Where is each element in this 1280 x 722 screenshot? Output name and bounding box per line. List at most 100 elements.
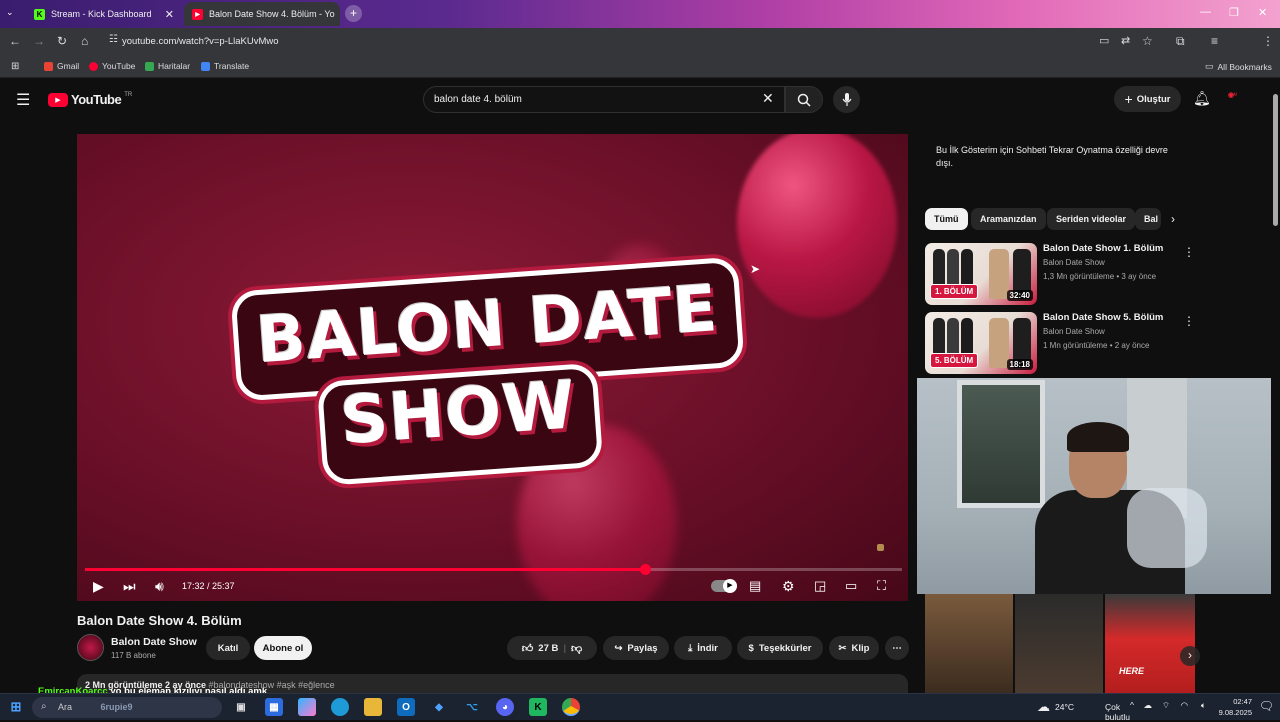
media-icon[interactable]: ≡ (1211, 34, 1218, 48)
recommendation-item[interactable]: 5. BÖLÜM 18:18 Balon Date Show 5. Bölüm … (925, 312, 1205, 376)
recommendation-title[interactable]: Balon Date Show 5. Bölüm (1043, 312, 1163, 323)
more-vertical-icon[interactable]: ⋮ (1183, 314, 1195, 328)
app-icon[interactable]: ◆ (430, 698, 448, 716)
address-bar[interactable]: youtube.com/watch?v=p-LlaKUvMwo (122, 36, 279, 47)
file-explorer-icon[interactable] (364, 698, 382, 716)
task-view-icon[interactable]: ▣ (232, 698, 250, 716)
join-button[interactable]: Katıl (206, 636, 250, 660)
vscode-icon[interactable]: ⌥ (463, 698, 481, 716)
info-card-icon[interactable] (877, 544, 884, 551)
chip-series[interactable]: Seriden videolar (1047, 208, 1136, 230)
network-icon[interactable]: ⌔ (1162, 700, 1170, 711)
close-window-icon[interactable]: ✕ (1258, 6, 1267, 19)
theater-mode-icon[interactable]: ▭ (845, 578, 857, 594)
cast-icon[interactable]: ▭ (1099, 34, 1109, 47)
short-thumbnail[interactable]: HERE (1105, 594, 1195, 693)
taskbar-search[interactable]: ⌕ Ara 6rupie9 (32, 697, 222, 718)
copilot-icon[interactable] (298, 698, 316, 716)
chevron-right-icon[interactable]: › (1171, 212, 1175, 226)
weather-icon[interactable]: ☁ (1037, 699, 1050, 715)
wifi-icon[interactable]: ◠ (1181, 700, 1188, 711)
short-thumbnail[interactable] (1015, 594, 1103, 693)
minimize-icon[interactable]: — (1200, 6, 1211, 18)
subtitles-icon[interactable]: ▤ (749, 578, 761, 594)
like-count[interactable]: 27 B (538, 643, 558, 654)
forward-icon[interactable]: → (33, 34, 45, 48)
clock[interactable]: 02:47 9.08.2025 (1219, 696, 1252, 718)
recommendation-item[interactable]: 1. BÖLÜM 32:40 Balon Date Show 1. Bölüm … (925, 243, 1205, 307)
video-thumbnail[interactable]: 1. BÖLÜM 32:40 (925, 243, 1037, 305)
bookmark-maps[interactable]: Haritalar (145, 61, 190, 71)
fullscreen-icon[interactable]: ⛶ (877, 578, 886, 594)
reload-icon[interactable]: ↻ (57, 34, 67, 48)
all-bookmarks[interactable]: ▭ All Bookmarks (1205, 61, 1272, 72)
hamburger-menu-icon[interactable]: ☰ (16, 90, 30, 110)
autoplay-toggle[interactable]: ▶ (711, 579, 737, 593)
browser-menu-icon[interactable]: ⋮ (1262, 34, 1274, 48)
create-button[interactable]: + Oluştur (1114, 86, 1181, 112)
edge-icon[interactable] (331, 698, 349, 716)
kick-app-icon[interactable]: K (529, 698, 547, 716)
thumbs-up-icon[interactable]: 👍︎ (522, 642, 534, 655)
short-thumbnail[interactable] (925, 594, 1013, 693)
new-tab-icon[interactable]: + (345, 5, 362, 22)
subscribe-button[interactable]: Abone ol (254, 636, 312, 660)
volume-icon[interactable]: 🔈︎ (1201, 700, 1206, 711)
voice-search-button[interactable] (833, 86, 860, 113)
video-player[interactable]: BALON DATE SHOW ➤ ▶ ⏭︎ 🔊︎ 17:32 / 25:37 … (77, 134, 908, 601)
site-info-icon[interactable]: ☷ (109, 34, 118, 45)
notification-center-icon[interactable]: 🗨︎ (1259, 699, 1274, 713)
apps-grid-icon[interactable]: ⊞ (11, 61, 19, 72)
progress-bar[interactable] (85, 564, 902, 575)
bookmark-gmail[interactable]: Gmail (44, 61, 79, 71)
download-button[interactable]: ⤓ İndir (674, 636, 732, 660)
maximize-icon[interactable]: ❐ (1229, 6, 1239, 19)
windows-start-icon[interactable]: ⊞ (7, 698, 25, 716)
channel-avatar[interactable] (77, 634, 104, 661)
close-tab-icon[interactable]: ✕ (335, 8, 340, 21)
settings-gear-icon[interactable]: ⚙ (782, 578, 795, 595)
notifications-bell-icon[interactable]: 🔔︎ (1193, 90, 1211, 107)
tab-kick-dashboard[interactable]: K Stream - Kick Dashboard ✕ (26, 2, 182, 26)
miniplayer-icon[interactable]: ◲ (814, 578, 826, 594)
play-icon[interactable]: ▶ (93, 578, 104, 595)
shorts-next-icon[interactable]: › (1180, 646, 1200, 666)
clip-button[interactable]: ✂ Klip (829, 636, 879, 660)
channel-name[interactable]: Balon Date Show (111, 636, 197, 648)
chip-related[interactable]: Bal (1135, 208, 1161, 230)
bookmark-translate[interactable]: Translate (201, 61, 249, 71)
thanks-button[interactable]: $ Teşekkürler (737, 636, 823, 660)
more-vertical-icon[interactable]: ⋮ (1183, 245, 1195, 259)
close-tab-icon[interactable]: ✕ (159, 8, 174, 21)
chevron-up-icon[interactable]: ^ (1130, 700, 1134, 710)
recommendation-channel[interactable]: Balon Date Show (1043, 258, 1105, 267)
clear-search-icon[interactable]: ✕ (762, 90, 774, 107)
search-input[interactable]: balon date 4. bölüm (423, 86, 785, 113)
chrome-icon[interactable] (562, 698, 580, 716)
home-icon[interactable]: ⌂ (81, 34, 88, 48)
scrollbar-thumb[interactable] (1273, 94, 1278, 226)
onedrive-icon[interactable]: ☁ (1144, 700, 1153, 711)
discord-icon[interactable]: ◕ (496, 698, 514, 716)
bookmark-youtube[interactable]: YouTube (89, 61, 135, 71)
recommendation-title[interactable]: Balon Date Show 1. Bölüm (1043, 243, 1163, 254)
tab-list-icon[interactable]: ⌄ (6, 7, 14, 18)
recommendation-channel[interactable]: Balon Date Show (1043, 327, 1105, 336)
more-actions-button[interactable]: ⋯ (885, 636, 909, 660)
share-button[interactable]: ↪ Paylaş (603, 636, 669, 660)
bookmark-star-icon[interactable]: ☆ (1142, 34, 1153, 48)
progress-scrubber[interactable] (639, 564, 651, 575)
back-icon[interactable]: ← (9, 34, 21, 48)
chip-all[interactable]: Tümü (925, 208, 968, 230)
next-video-icon[interactable]: ⏭︎ (123, 578, 136, 595)
thumbs-down-icon[interactable]: 👎︎ (571, 642, 582, 655)
translate-icon[interactable]: ⇄ (1121, 34, 1130, 47)
video-thumbnail[interactable]: 5. BÖLÜM 18:18 (925, 312, 1037, 374)
store-icon[interactable]: ▦ (265, 698, 283, 716)
youtube-logo[interactable]: ▶ YouTube TR (48, 92, 132, 107)
volume-icon[interactable]: 🔊︎ (155, 578, 164, 595)
chip-from-search[interactable]: Aramanızdan (971, 208, 1046, 230)
search-button[interactable] (785, 86, 823, 113)
outlook-icon[interactable]: O (397, 698, 415, 716)
account-avatar[interactable]: ◉ᵘ (1228, 91, 1250, 107)
